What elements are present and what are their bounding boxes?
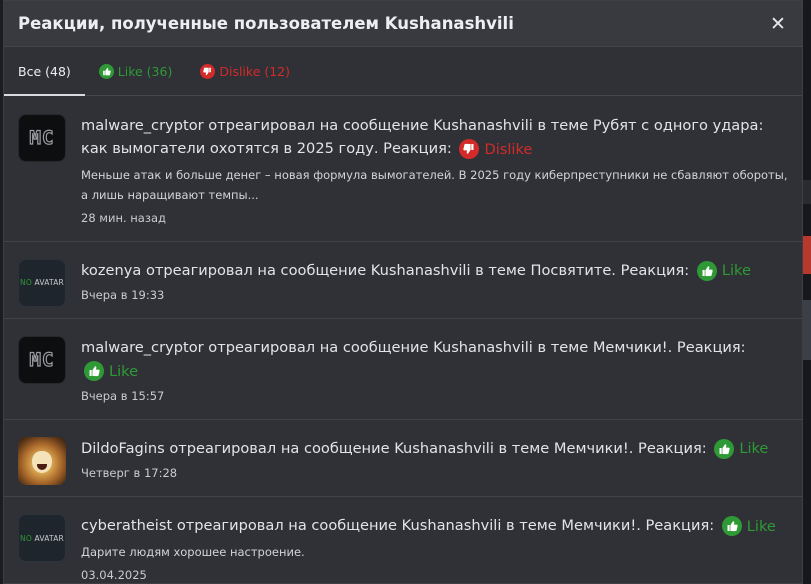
item-message[interactable]: malware_cryptor отреагировал на сообщени… xyxy=(81,117,763,157)
tab-dislike[interactable]: Dislike (12) xyxy=(186,47,304,95)
tab-like[interactable]: Like (36) xyxy=(85,47,187,95)
item-snippet: Меньше атак и больше денег – новая форму… xyxy=(81,167,788,202)
thumbs-up-icon xyxy=(98,63,114,79)
item-content: DildoFagins отреагировал на сообщение Ku… xyxy=(81,437,788,497)
item-message[interactable]: DildoFagins отреагировал на сообщение Ku… xyxy=(81,440,707,457)
thumbs-up-icon xyxy=(84,361,104,381)
reaction-badge: Like xyxy=(719,515,776,538)
item-text: kozenya отреагировал на сообщение Kushan… xyxy=(81,259,788,283)
thumbs-up-icon xyxy=(696,260,717,281)
item-content: cyberatheist отреагировал на сообщение K… xyxy=(81,514,788,584)
item-text: malware_cryptor отреагировал на сообщени… xyxy=(81,114,788,161)
reactions-modal: Реакции, полученные пользователем Kushan… xyxy=(3,0,803,584)
avatar[interactable]: NO AVATAR xyxy=(18,258,66,307)
list-item[interactable]: MC malware_cryptor отреагировал на сообщ… xyxy=(4,319,802,420)
avatar[interactable] xyxy=(18,436,66,485)
backdrop-fragment xyxy=(803,180,811,204)
no-avatar-label: NO AVATAR xyxy=(20,533,64,543)
item-message[interactable]: kozenya отреагировал на сообщение Kushan… xyxy=(81,262,689,279)
item-text: malware_cryptor отреагировал на сообщени… xyxy=(81,336,788,383)
avatar-initials: MC xyxy=(29,126,55,149)
avatar-initials: MC xyxy=(29,348,55,371)
backdrop-fragment xyxy=(803,236,811,274)
reaction-label: Dislike xyxy=(484,140,533,158)
reaction-badge: Dislike xyxy=(456,138,532,161)
list-item[interactable]: DildoFagins отреагировал на сообщение Ku… xyxy=(4,420,802,497)
reaction-label: Like xyxy=(746,517,776,535)
item-message[interactable]: cyberatheist отреагировал на сообщение K… xyxy=(81,517,714,534)
item-message[interactable]: malware_cryptor отреагировал на сообщени… xyxy=(81,339,746,356)
item-time[interactable]: Четверг в 17:28 xyxy=(81,464,788,496)
thumbs-down-icon xyxy=(459,139,480,159)
thumbs-up-icon xyxy=(721,516,742,536)
list-item[interactable]: NO AVATAR kozenya отреагировал на сообще… xyxy=(4,242,802,319)
thumbs-up-icon xyxy=(714,438,735,459)
tab-like-label: Like (36) xyxy=(117,63,173,79)
list-item[interactable]: MC malware_cryptor отреагировал на сообщ… xyxy=(4,97,802,242)
backdrop-fragment xyxy=(803,300,811,360)
item-text: cyberatheist отреагировал на сообщение K… xyxy=(81,514,788,538)
page-backdrop xyxy=(803,0,811,584)
thumbs-down-icon xyxy=(200,63,216,79)
item-time[interactable]: 03.04.2025 xyxy=(81,566,788,584)
reaction-list: MC malware_cryptor отреагировал на сообщ… xyxy=(4,97,802,583)
item-content: kozenya отреагировал на сообщение Kushan… xyxy=(81,259,788,319)
item-content: malware_cryptor отреагировал на сообщени… xyxy=(81,336,788,419)
item-content: malware_cryptor отреагировал на сообщени… xyxy=(81,114,788,241)
close-button[interactable]: ✕ xyxy=(768,13,788,35)
no-avatar-label: NO AVATAR xyxy=(20,278,64,287)
list-item[interactable]: NO AVATAR cyberatheist отреагировал на с… xyxy=(4,497,802,584)
tab-dislike-label: Dislike (12) xyxy=(219,63,291,79)
avatar[interactable]: MC xyxy=(18,336,66,384)
modal-title: Реакции, полученные пользователем Kushan… xyxy=(18,14,514,33)
reaction-label: Like xyxy=(721,262,751,279)
avatar[interactable]: MC xyxy=(18,114,66,162)
reaction-badge: Like xyxy=(711,437,768,460)
modal-header: Реакции, полученные пользователем Kushan… xyxy=(4,1,802,47)
item-time[interactable]: Вчера в 19:33 xyxy=(81,286,788,318)
item-text: DildoFagins отреагировал на сообщение Ku… xyxy=(81,437,788,461)
item-time[interactable]: 28 мин. назад xyxy=(81,209,788,241)
tab-all-label: Все (48) xyxy=(18,63,71,79)
reaction-tabs: Все (48) Like (36) Dislike (12) xyxy=(4,47,802,96)
reaction-label: Like xyxy=(109,362,139,380)
item-time[interactable]: Вчера в 15:57 xyxy=(81,387,788,419)
reaction-badge: Like xyxy=(694,259,751,282)
tab-all[interactable]: Все (48) xyxy=(4,47,85,96)
reaction-badge: Like xyxy=(81,360,138,383)
item-snippet: Дарите людям хорошее настроение. xyxy=(81,544,305,559)
reaction-label: Like xyxy=(739,440,769,457)
avatar[interactable]: NO AVATAR xyxy=(18,514,66,562)
